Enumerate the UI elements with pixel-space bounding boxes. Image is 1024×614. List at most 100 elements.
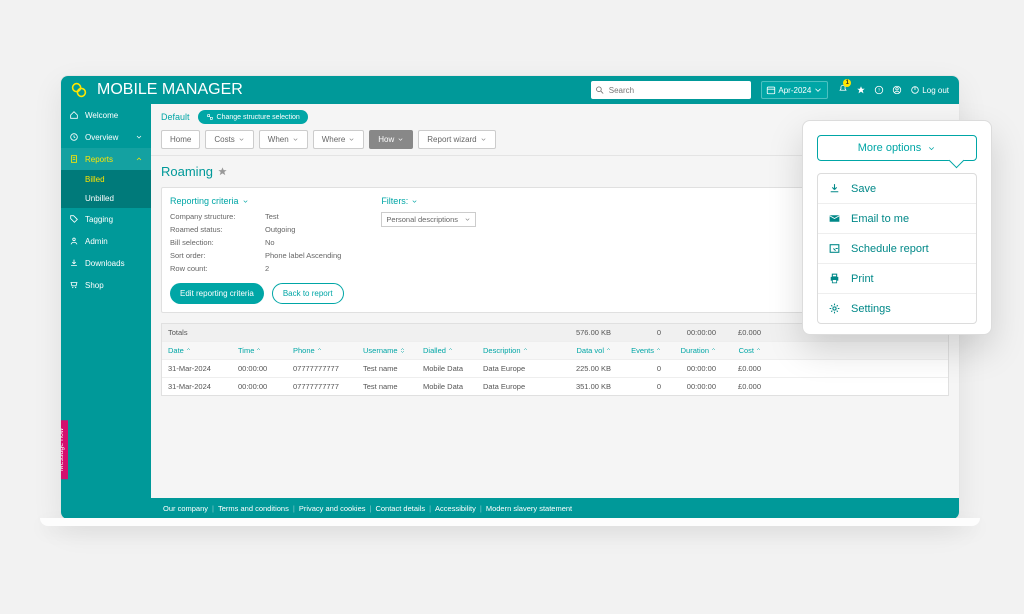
topbar: MOBILE MANAGER Apr-2024 1 ? (61, 76, 959, 104)
date-label: Apr-2024 (778, 86, 811, 95)
date-picker[interactable]: Apr-2024 (761, 81, 828, 99)
filters-toggle[interactable]: Filters: (381, 196, 476, 206)
download-icon (69, 258, 79, 268)
col-events[interactable]: Events (617, 342, 667, 359)
footer-link[interactable]: Modern slavery statement (486, 504, 572, 513)
sidebar-item-label: Shop (85, 281, 104, 290)
col-time[interactable]: Time (232, 342, 287, 359)
col-cost[interactable]: Cost (722, 342, 767, 359)
tab-costs[interactable]: Costs (205, 130, 253, 149)
change-structure-button[interactable]: Change structure selection (198, 110, 308, 124)
menu-item-print[interactable]: Print (818, 264, 976, 294)
footer-link[interactable]: Our company (163, 504, 208, 513)
sort-icon (186, 348, 191, 353)
chevron-down-icon (348, 136, 355, 143)
sidebar-item-shop[interactable]: Shop (61, 274, 151, 296)
footer-link[interactable]: Accessibility (435, 504, 476, 513)
tag-icon (69, 214, 79, 224)
cart-icon (69, 280, 79, 290)
sidebar-item-admin[interactable]: Admin (61, 230, 151, 252)
chevron-down-icon (464, 216, 471, 223)
col-duration[interactable]: Duration (667, 342, 722, 359)
table-row: 31-Mar-2024 00:00:00 07777777777 Test na… (162, 360, 948, 378)
favourite-star-icon[interactable] (217, 166, 228, 177)
power-icon (910, 85, 920, 95)
filter-select[interactable]: Personal descriptions (381, 212, 476, 227)
sidebar-item-welcome[interactable]: Welcome (61, 104, 151, 126)
menu-item-schedule[interactable]: Schedule report (818, 234, 976, 264)
criteria-toggle[interactable]: Reporting criteria (170, 196, 341, 206)
sort-icon (256, 348, 261, 353)
clock-icon (69, 132, 79, 142)
col-datavol[interactable]: Data vol (557, 342, 617, 359)
chevron-down-icon (242, 198, 249, 205)
back-to-report-button[interactable]: Back to report (272, 283, 344, 304)
col-username[interactable]: Username (357, 342, 417, 359)
footer-link[interactable]: Terms and conditions (218, 504, 289, 513)
sidebar-item-label: Admin (85, 237, 108, 246)
sort-icon (756, 348, 761, 353)
schedule-icon (828, 242, 841, 255)
help-icon[interactable]: ? (874, 85, 884, 95)
chevron-down-icon (238, 136, 245, 143)
sidebar-subitem-billed[interactable]: Billed (61, 170, 151, 189)
breadcrumb-default: Default (161, 112, 190, 122)
sort-icon (317, 348, 322, 353)
sort-icon (656, 348, 661, 353)
menu-item-save[interactable]: Save (818, 174, 976, 204)
footer-link[interactable]: Privacy and cookies (299, 504, 366, 513)
sidebar-item-reports[interactable]: Reports (61, 148, 151, 170)
reports-subitems: Billed Unbilled (61, 170, 151, 208)
footer-link[interactable]: Contact details (375, 504, 425, 513)
tab-report-wizard[interactable]: Report wizard (418, 130, 495, 149)
menu-item-email[interactable]: Email to me (818, 204, 976, 234)
col-phone[interactable]: Phone (287, 342, 357, 359)
sidebar-subitem-unbilled[interactable]: Unbilled (61, 189, 151, 208)
tab-where[interactable]: Where (313, 130, 365, 149)
sidebar-item-overview[interactable]: Overview (61, 126, 151, 148)
calendar-icon (766, 85, 776, 95)
sidebar-item-label: Welcome (85, 111, 118, 120)
home-icon (69, 110, 79, 120)
app-name: MOBILE MANAGER (97, 81, 243, 99)
footer: Our company| Terms and conditions| Priva… (151, 498, 959, 519)
more-options-popover: More options Save Email to me Schedule r… (802, 120, 992, 335)
search-icon (595, 85, 604, 95)
table-row: 31-Mar-2024 00:00:00 07777777777 Test na… (162, 378, 948, 395)
sidebar-item-label: Tagging (85, 215, 113, 224)
save-icon (828, 182, 841, 195)
sidebar-item-label: Overview (85, 133, 118, 142)
message-now-button[interactable]: Message now (60, 420, 68, 479)
more-options-button[interactable]: More options (817, 135, 977, 161)
chevron-down-icon (135, 133, 143, 141)
svg-text:?: ? (878, 88, 881, 93)
search-box[interactable] (591, 81, 751, 99)
col-description[interactable]: Description (477, 342, 557, 359)
more-options-menu: Save Email to me Schedule report Print S… (817, 173, 977, 324)
notification-bell[interactable]: 1 (838, 81, 848, 99)
sort-icon (711, 348, 716, 353)
notification-badge: 1 (843, 79, 851, 87)
page-title: Roaming (161, 164, 213, 179)
sidebar-item-label: Downloads (85, 259, 125, 268)
edit-reporting-criteria-button[interactable]: Edit reporting criteria (170, 283, 264, 304)
sidebar-item-downloads[interactable]: Downloads (61, 252, 151, 274)
email-icon (828, 212, 841, 225)
chevron-up-icon (135, 155, 143, 163)
search-input[interactable] (605, 86, 748, 95)
col-date[interactable]: Date (162, 342, 232, 359)
star-icon[interactable] (856, 85, 866, 95)
tab-when[interactable]: When (259, 130, 308, 149)
sort-icon (523, 348, 528, 353)
sort-icon (448, 348, 453, 353)
chevron-down-icon (813, 85, 823, 95)
menu-item-settings[interactable]: Settings (818, 294, 976, 323)
brand-logo-icon (71, 82, 87, 98)
tab-home[interactable]: Home (161, 130, 200, 149)
sidebar-item-tagging[interactable]: Tagging (61, 208, 151, 230)
col-dialled[interactable]: Dialled (417, 342, 477, 359)
tab-how[interactable]: How (369, 130, 413, 149)
user-icon[interactable] (892, 85, 902, 95)
chevron-down-icon (927, 144, 936, 153)
logout-button[interactable]: Log out (910, 85, 949, 95)
